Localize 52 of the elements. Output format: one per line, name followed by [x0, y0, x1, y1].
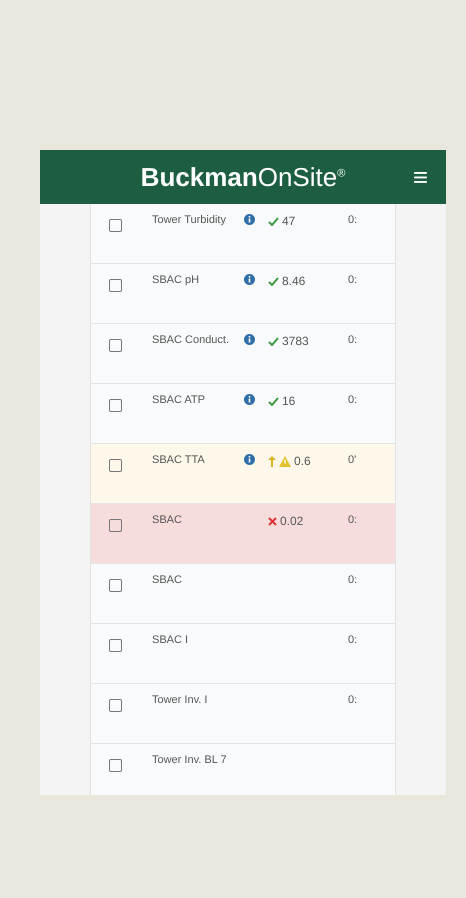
app-logo: BuckmanOnSite$^{®}$ — [140, 162, 346, 192]
checkbox[interactable] — [109, 339, 122, 352]
menu-button[interactable]: ≡ — [412, 162, 428, 193]
list-row[interactable]: SBAC TTA 0.6 0' — [91, 444, 395, 504]
parameter-name: Tower Inv. I — [152, 694, 208, 706]
parameter-name: Tower Turbidity — [152, 214, 227, 226]
parameter-name: SBAC ATP — [152, 394, 206, 406]
parameter-name: SBAC pH — [152, 274, 200, 286]
checkbox[interactable] — [109, 639, 122, 652]
table-cell: 0: — [348, 634, 358, 646]
checkbox[interactable] — [109, 219, 122, 232]
list-row[interactable]: SBAC Conduct. 3783 0: — [91, 324, 395, 384]
parameter-name: SBAC — [152, 574, 183, 586]
reading-value: 0.02 — [280, 514, 304, 528]
list-row[interactable]: SBAC I 0: — [91, 624, 395, 684]
parameter-name: SBAC Conduct. — [152, 334, 230, 346]
info-icon[interactable] — [244, 214, 255, 225]
checkbox[interactable] — [109, 699, 122, 712]
list-row[interactable]: Tower Inv. I 0: — [91, 684, 395, 744]
table-cell: 0' — [348, 454, 356, 466]
table-cell: 0: — [348, 334, 358, 346]
list-row[interactable]: Tower Inv. BL 7 — [91, 744, 395, 795]
list-row[interactable]: SBAC pH 8.46 0: — [91, 264, 395, 324]
reading-value: 8.46 — [282, 274, 306, 288]
info-icon[interactable] — [244, 454, 255, 465]
checkbox[interactable] — [109, 519, 122, 532]
reading-value: 0.6 — [294, 454, 311, 468]
list-row[interactable]: Tower Turbidity 47 0: — [91, 204, 395, 264]
checkbox[interactable] — [109, 459, 122, 472]
parameter-name: SBAC I — [152, 634, 190, 646]
list-row[interactable]: SBAC 0.02 0: — [91, 504, 395, 564]
reading-value: 47 — [282, 214, 296, 228]
checkbox[interactable] — [109, 399, 122, 412]
checkbox[interactable] — [109, 579, 122, 592]
info-icon[interactable] — [244, 334, 255, 345]
parameter-name: SBAC — [152, 514, 183, 526]
checkbox[interactable] — [109, 279, 122, 292]
parameter-name: Tower Inv. BL 7 — [152, 754, 228, 766]
info-icon[interactable] — [244, 274, 255, 285]
table-cell: 0: — [348, 694, 358, 706]
table-cell: 0: — [348, 214, 358, 226]
table-cell: 0: — [348, 574, 358, 586]
parameter-name: SBAC TTA — [152, 454, 206, 466]
reading-value: 16 — [282, 394, 296, 408]
checkbox[interactable] — [109, 759, 122, 772]
list-row[interactable]: SBAC 0: — [91, 564, 395, 624]
table-cell: 0: — [348, 274, 358, 286]
reading-value: 3783 — [282, 334, 309, 348]
list-row[interactable]: SBAC ATP 16 0: — [91, 384, 395, 444]
table-cell: 0: — [348, 514, 358, 526]
table-cell: 0: — [348, 394, 358, 406]
info-icon[interactable] — [244, 394, 255, 405]
